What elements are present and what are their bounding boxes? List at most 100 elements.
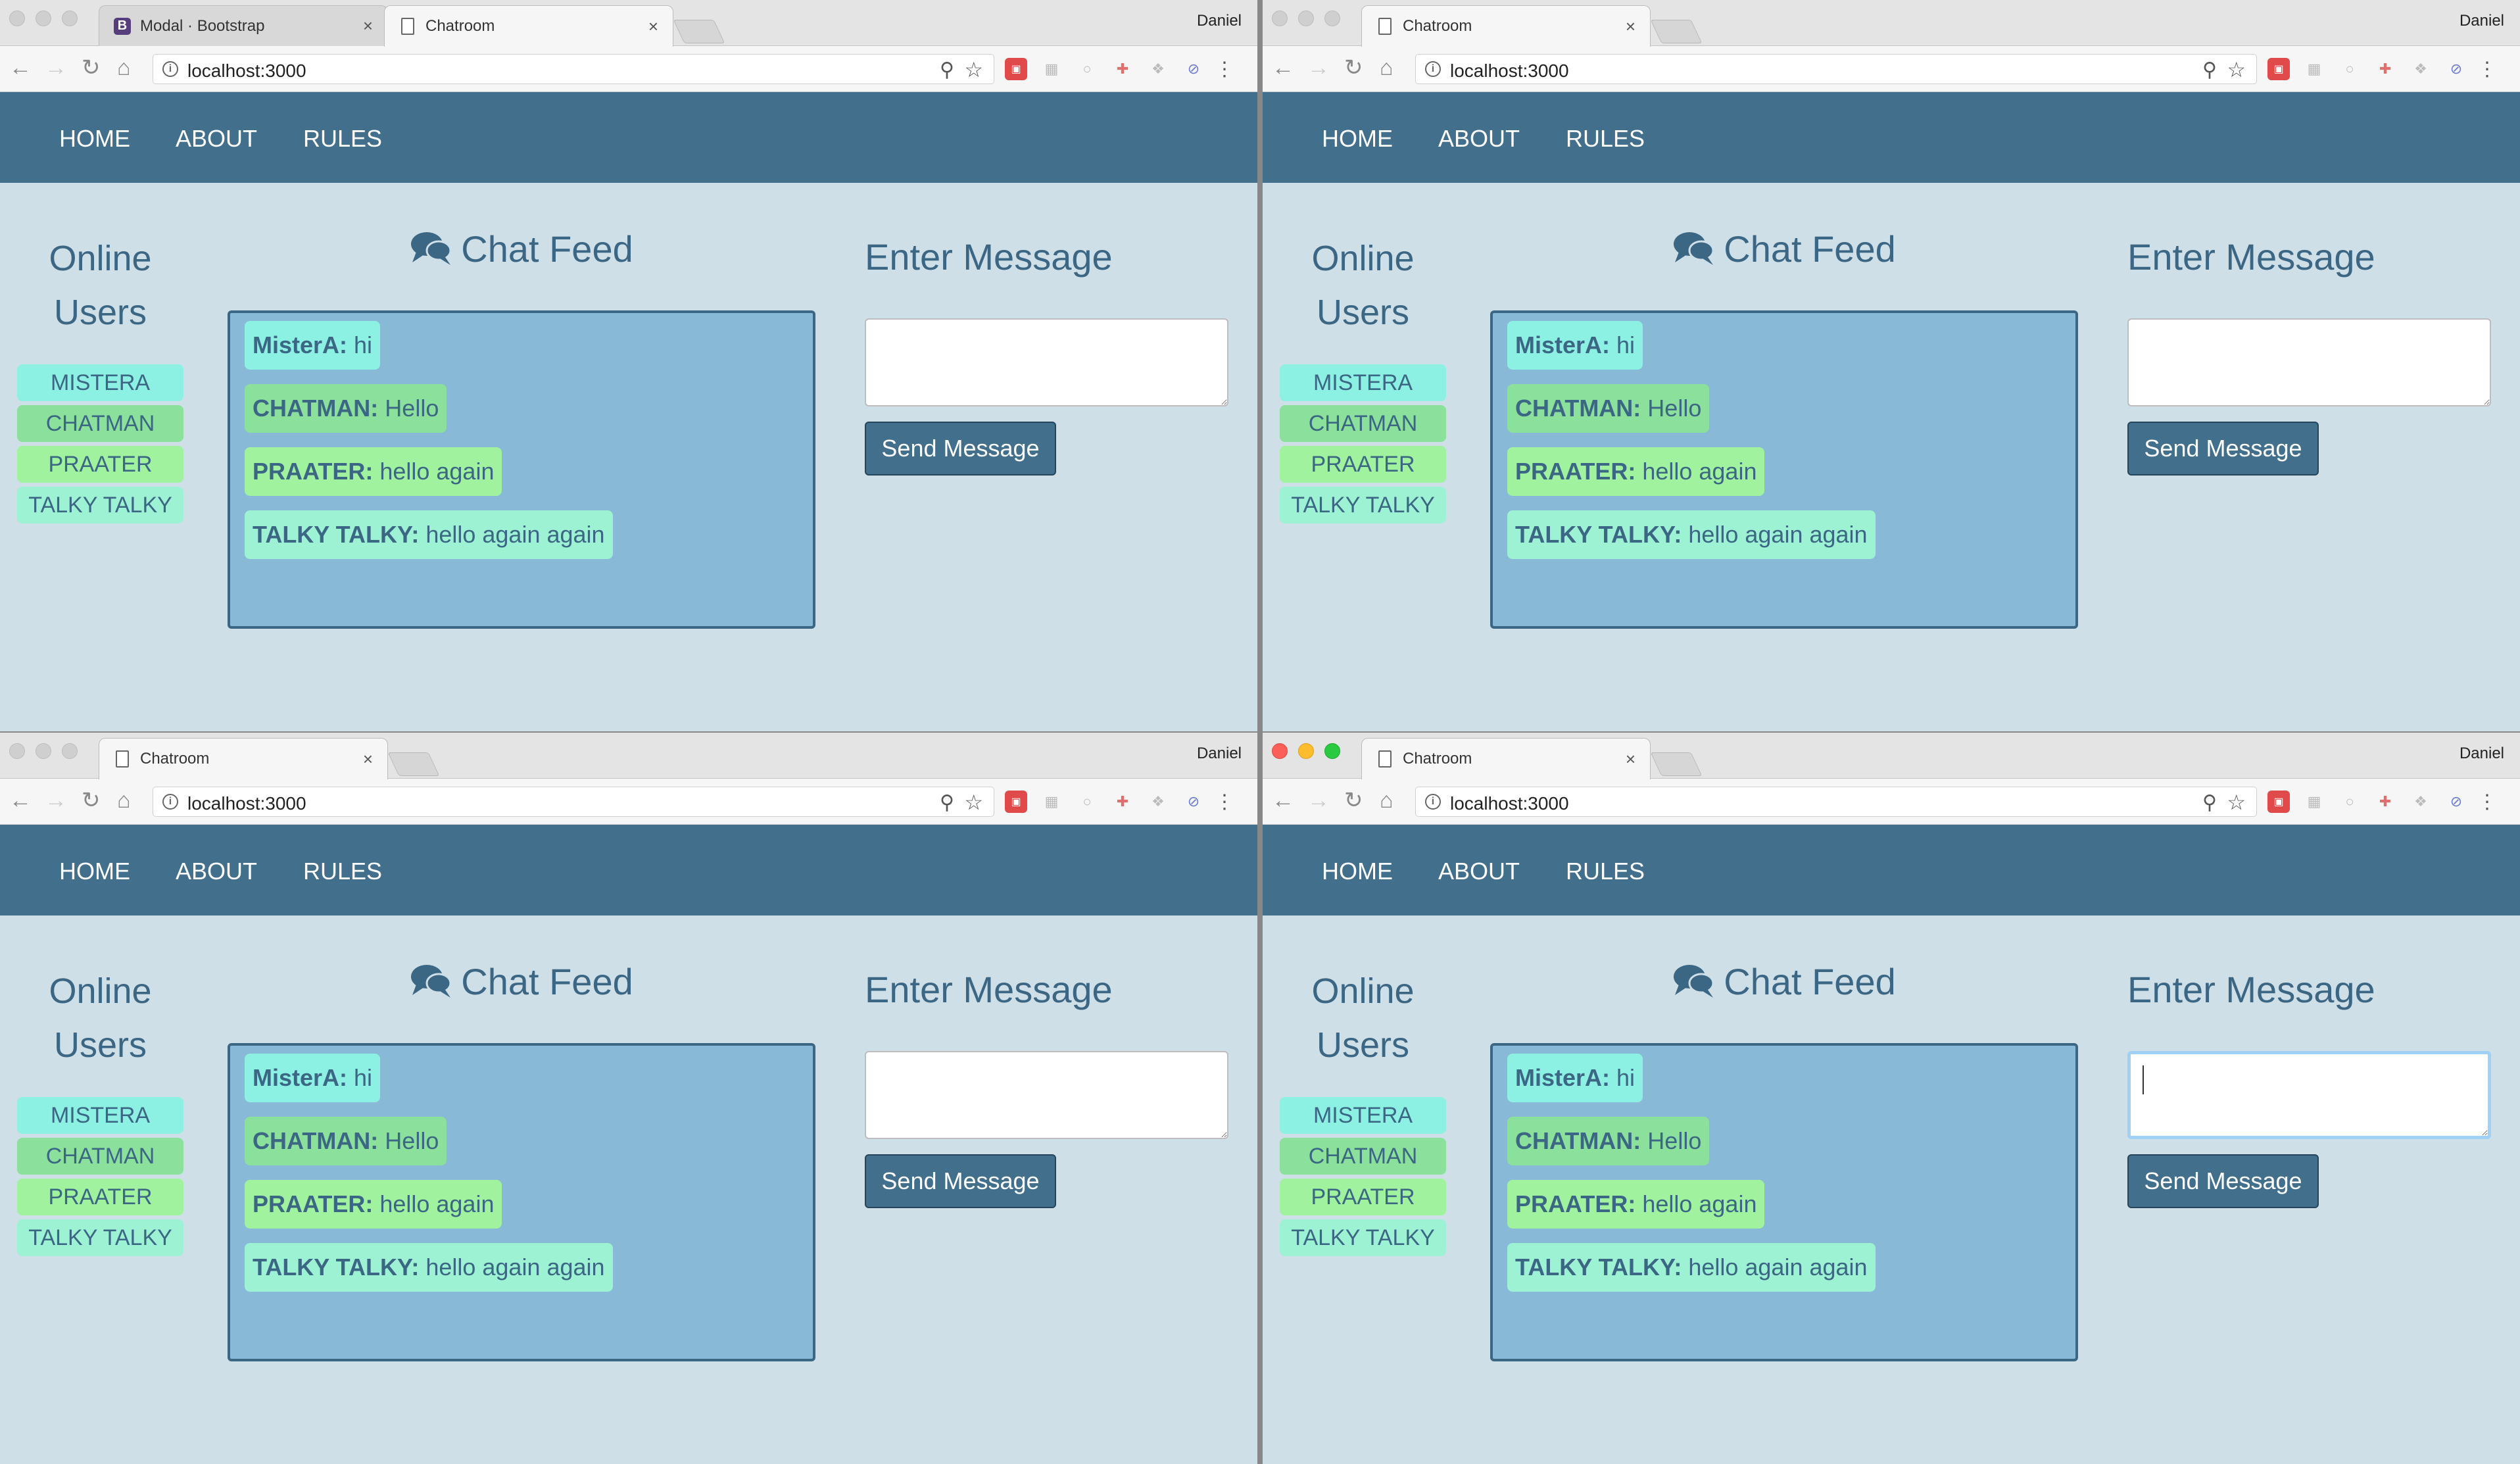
back-icon[interactable]: ← [1272, 57, 1294, 79]
browser-tab[interactable]: Chatroom × [1361, 738, 1651, 779]
info-icon[interactable]: i [1425, 61, 1441, 77]
reload-icon[interactable]: ↻ [1344, 789, 1363, 812]
menu-icon[interactable]: ⋮ [1215, 58, 1234, 80]
nav-rules-link[interactable]: RULES [1566, 125, 1645, 153]
zoom-icon[interactable]: ⚲ [2202, 59, 2217, 82]
message-input[interactable] [2127, 318, 2491, 406]
close-window-button[interactable] [1272, 11, 1288, 26]
maximize-window-button[interactable] [62, 11, 78, 26]
extension-icon[interactable]: ❖ [1147, 58, 1169, 80]
forward-icon[interactable]: → [1307, 57, 1330, 79]
extension-icon[interactable]: ○ [1076, 58, 1098, 80]
maximize-window-button[interactable] [1324, 743, 1340, 759]
close-window-button[interactable] [9, 743, 25, 759]
reload-icon[interactable]: ↻ [82, 57, 101, 79]
profile-name[interactable]: Daniel [2459, 12, 2504, 30]
nav-home-link[interactable]: HOME [1322, 858, 1393, 885]
block-icon[interactable]: ⊘ [2445, 58, 2467, 80]
extension-icon[interactable]: ✚ [1111, 791, 1134, 813]
back-icon[interactable]: ← [9, 57, 32, 79]
close-tab-icon[interactable]: × [1626, 749, 1636, 769]
block-icon[interactable]: ⊘ [1182, 791, 1205, 813]
chat-feed-box[interactable]: MisterA: hi CHATMAN: Hello PRAATER: hell… [1490, 1043, 2078, 1361]
info-icon[interactable]: i [162, 61, 178, 77]
forward-icon[interactable]: → [45, 57, 67, 79]
block-icon[interactable]: ⊘ [2445, 791, 2467, 813]
browser-tab[interactable]: Chatroom × [384, 5, 673, 47]
extension-icon[interactable]: ▦ [1040, 791, 1063, 813]
address-bar[interactable]: i localhost:3000 ⚲ ☆ [1415, 54, 2257, 84]
new-tab-button[interactable] [1650, 20, 1703, 43]
send-message-button[interactable]: Send Message [2127, 1154, 2319, 1208]
bookmark-star-icon[interactable]: ☆ [2227, 790, 2246, 815]
close-tab-icon[interactable]: × [363, 749, 373, 769]
extension-badge-icon[interactable]: ▣ [2267, 791, 2290, 813]
extension-icon[interactable]: ❖ [2410, 791, 2432, 813]
minimize-window-button[interactable] [36, 743, 51, 759]
info-icon[interactable]: i [162, 794, 178, 810]
close-tab-icon[interactable]: × [648, 16, 658, 37]
nav-about-link[interactable]: ABOUT [176, 125, 257, 153]
nav-about-link[interactable]: ABOUT [176, 858, 257, 885]
extension-badge-icon[interactable]: ▣ [2267, 58, 2290, 80]
nav-about-link[interactable]: ABOUT [1438, 858, 1520, 885]
reload-icon[interactable]: ↻ [1344, 57, 1363, 79]
profile-name[interactable]: Daniel [1197, 12, 1242, 30]
minimize-window-button[interactable] [1298, 743, 1314, 759]
extension-icon[interactable]: ○ [2338, 58, 2361, 80]
profile-name[interactable]: Daniel [1197, 744, 1242, 763]
bookmark-star-icon[interactable]: ☆ [964, 790, 983, 815]
close-tab-icon[interactable]: × [363, 16, 373, 36]
zoom-icon[interactable]: ⚲ [940, 791, 954, 814]
back-icon[interactable]: ← [9, 789, 32, 812]
extension-icon[interactable]: ▦ [2303, 58, 2325, 80]
extension-icon[interactable]: ○ [1076, 791, 1098, 813]
home-icon[interactable]: ⌂ [117, 57, 131, 79]
back-icon[interactable]: ← [1272, 789, 1294, 812]
message-input[interactable] [2127, 1051, 2491, 1139]
nav-rules-link[interactable]: RULES [303, 858, 382, 885]
send-message-button[interactable]: Send Message [865, 1154, 1056, 1208]
reload-icon[interactable]: ↻ [82, 789, 101, 812]
extension-icon[interactable]: ▦ [2303, 791, 2325, 813]
zoom-icon[interactable]: ⚲ [940, 59, 954, 82]
home-icon[interactable]: ⌂ [1380, 789, 1393, 812]
extension-icon[interactable]: ▦ [1040, 58, 1063, 80]
chat-feed-box[interactable]: MisterA: hi CHATMAN: Hello PRAATER: hell… [1490, 310, 2078, 629]
bookmark-star-icon[interactable]: ☆ [2227, 57, 2246, 82]
forward-icon[interactable]: → [1307, 789, 1330, 812]
extension-badge-icon[interactable]: ▣ [1005, 58, 1027, 80]
close-window-button[interactable] [9, 11, 25, 26]
address-bar[interactable]: i localhost:3000 ⚲ ☆ [153, 787, 994, 817]
browser-tab[interactable]: Chatroom × [1361, 5, 1651, 47]
chat-feed-box[interactable]: MisterA: hi CHATMAN: Hello PRAATER: hell… [228, 310, 815, 629]
new-tab-button[interactable] [1650, 752, 1703, 776]
maximize-window-button[interactable] [1324, 11, 1340, 26]
home-icon[interactable]: ⌂ [1380, 57, 1393, 79]
message-input[interactable] [865, 318, 1228, 406]
message-input[interactable] [865, 1051, 1228, 1139]
info-icon[interactable]: i [1425, 794, 1441, 810]
zoom-icon[interactable]: ⚲ [2202, 791, 2217, 814]
bookmark-star-icon[interactable]: ☆ [964, 57, 983, 82]
send-message-button[interactable]: Send Message [865, 422, 1056, 476]
block-icon[interactable]: ⊘ [1182, 58, 1205, 80]
browser-tab[interactable]: Chatroom × [99, 738, 388, 779]
extension-icon[interactable]: ○ [2338, 791, 2361, 813]
send-message-button[interactable]: Send Message [2127, 422, 2319, 476]
nav-home-link[interactable]: HOME [59, 125, 130, 153]
extension-icon[interactable]: ✚ [2374, 58, 2396, 80]
menu-icon[interactable]: ⋮ [1215, 791, 1234, 813]
extension-icon[interactable]: ✚ [2374, 791, 2396, 813]
address-bar[interactable]: i localhost:3000 ⚲ ☆ [1415, 787, 2257, 817]
close-window-button[interactable] [1272, 743, 1288, 759]
nav-rules-link[interactable]: RULES [303, 125, 382, 153]
chat-feed-box[interactable]: MisterA: hi CHATMAN: Hello PRAATER: hell… [228, 1043, 815, 1361]
extension-icon[interactable]: ❖ [2410, 58, 2432, 80]
browser-tab[interactable]: B Modal · Bootstrap × [99, 5, 388, 46]
extension-badge-icon[interactable]: ▣ [1005, 791, 1027, 813]
nav-rules-link[interactable]: RULES [1566, 858, 1645, 885]
new-tab-button[interactable] [387, 752, 440, 776]
address-bar[interactable]: i localhost:3000 ⚲ ☆ [153, 54, 994, 84]
menu-icon[interactable]: ⋮ [2477, 58, 2497, 80]
